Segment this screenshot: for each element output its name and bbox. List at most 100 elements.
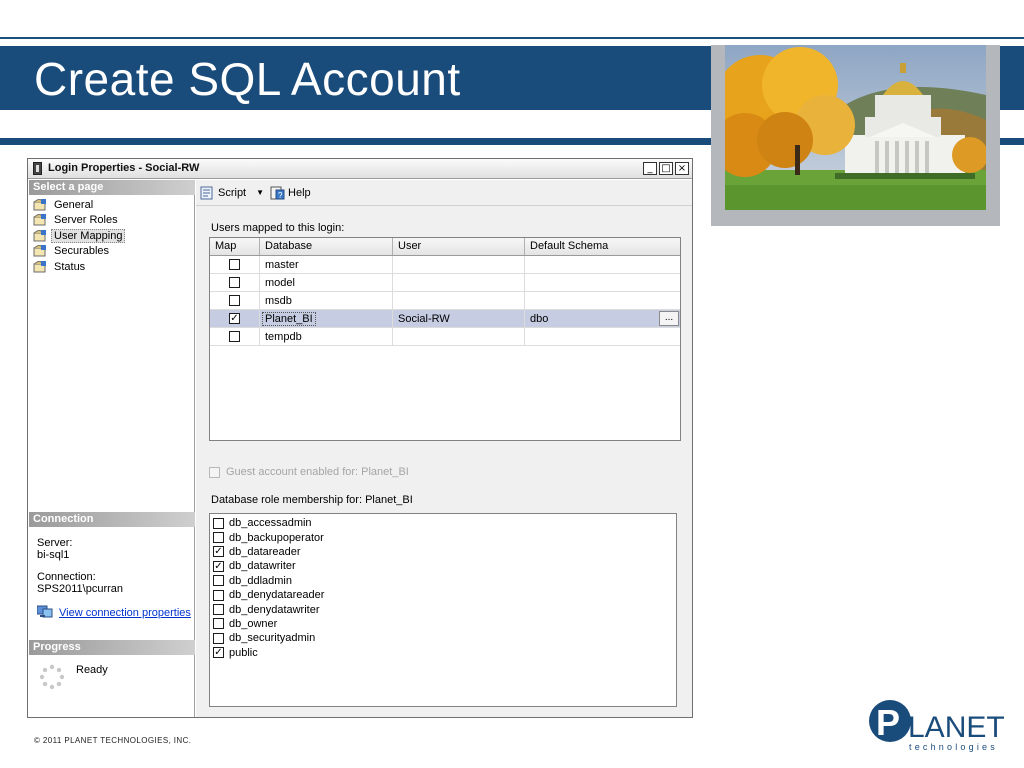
cell-schema[interactable]: dbo xyxy=(530,313,548,325)
cell-database: tempdb xyxy=(260,328,393,345)
svg-text:P: P xyxy=(876,702,900,743)
role-checkbox[interactable] xyxy=(213,632,224,644)
close-button[interactable]: × xyxy=(675,162,689,175)
map-checkbox[interactable] xyxy=(229,259,240,270)
maximize-button[interactable]: □ xyxy=(659,162,673,175)
role-checkbox-checked[interactable]: ✓ xyxy=(213,546,224,558)
cell-user[interactable] xyxy=(393,328,525,345)
page-item-securables[interactable]: Securables xyxy=(33,244,125,260)
toolbar: Script ▼ ? Help xyxy=(196,180,692,206)
col-user[interactable]: User xyxy=(393,238,525,255)
cell-user[interactable] xyxy=(393,256,525,273)
script-icon xyxy=(200,186,215,200)
map-checkbox-checked[interactable]: ✓ xyxy=(229,313,240,324)
table-row[interactable]: msdb xyxy=(210,292,680,310)
photo-frame xyxy=(711,45,1000,226)
role-checkbox-checked[interactable]: ✓ xyxy=(213,560,224,572)
list-item[interactable]: db_securityadmin xyxy=(213,631,676,645)
cell-database: Planet_BI xyxy=(262,312,316,326)
guest-account-option: Guest account enabled for: Planet_BI xyxy=(209,466,409,478)
role-name: db_ddladmin xyxy=(229,574,292,587)
role-checkbox[interactable] xyxy=(213,517,224,529)
svg-text:LANET: LANET xyxy=(908,711,1005,744)
role-name: db_datawriter xyxy=(229,560,296,573)
role-checkbox[interactable] xyxy=(213,589,224,601)
login-properties-dialog: Login Properties - Social-RW _ □ × Selec… xyxy=(27,158,693,718)
cell-database: msdb xyxy=(260,292,393,309)
cell-user[interactable] xyxy=(393,274,525,291)
role-checkbox[interactable] xyxy=(213,575,224,587)
list-item[interactable]: db_backupoperator xyxy=(213,530,676,544)
progress-header: Progress xyxy=(29,640,195,655)
map-checkbox[interactable] xyxy=(229,331,240,342)
role-name: db_securityadmin xyxy=(229,632,316,645)
page-item-user-mapping[interactable]: User Mapping xyxy=(33,228,126,244)
minimize-button[interactable]: _ xyxy=(643,162,657,175)
page-list: General Server Roles User Mapping Secura… xyxy=(33,197,126,275)
page-label: Server Roles xyxy=(54,214,118,227)
list-item[interactable]: ✓ db_datareader xyxy=(213,545,676,559)
server-label: Server: xyxy=(37,537,73,549)
col-database[interactable]: Database xyxy=(260,238,393,255)
view-connection-properties[interactable]: View connection properties xyxy=(36,604,191,621)
top-rule xyxy=(0,37,1024,39)
page-item-server-roles[interactable]: Server Roles xyxy=(33,213,125,229)
role-membership-list: db_accessadmin db_backupoperator ✓ db_dat… xyxy=(209,513,677,707)
role-membership-label: Database role membership for: Planet_BI xyxy=(211,494,413,506)
dialog-titlebar[interactable]: Login Properties - Social-RW _ □ × xyxy=(28,159,692,179)
view-connection-link[interactable]: View connection properties xyxy=(59,607,191,619)
cell-user[interactable] xyxy=(393,292,525,309)
cell-schema[interactable] xyxy=(525,274,680,291)
connection-properties-icon xyxy=(36,604,53,621)
capitol-building-photo xyxy=(725,45,986,210)
list-item[interactable]: db_ddladmin xyxy=(213,574,676,588)
script-label: Script xyxy=(218,186,247,199)
map-checkbox[interactable] xyxy=(229,295,240,306)
cell-user[interactable]: Social-RW xyxy=(393,310,525,327)
users-mapped-label: Users mapped to this login: xyxy=(211,222,345,234)
table-row[interactable]: master xyxy=(210,256,680,274)
table-row[interactable]: model xyxy=(210,274,680,292)
select-page-header: Select a page xyxy=(29,180,195,195)
list-item[interactable]: db_denydatareader xyxy=(213,588,676,602)
schema-browse-button[interactable]: ... xyxy=(659,311,679,326)
page-item-general[interactable]: General xyxy=(33,197,125,213)
users-mapped-grid: Map Database User Default Schema master … xyxy=(209,237,681,441)
list-item[interactable]: db_denydatawriter xyxy=(213,602,676,616)
page-item-status[interactable]: Status xyxy=(33,259,125,275)
list-item[interactable]: db_owner xyxy=(213,617,676,631)
list-item[interactable]: ✓ db_datawriter xyxy=(213,559,676,573)
role-name: db_denydatareader xyxy=(229,589,325,602)
cell-schema[interactable] xyxy=(525,328,680,345)
connection-label: Connection: xyxy=(37,571,96,583)
connection-header: Connection xyxy=(29,512,195,527)
table-row-selected[interactable]: ✓ Planet_BI Social-RW dbo ... xyxy=(210,310,680,328)
map-checkbox[interactable] xyxy=(229,277,240,288)
col-default-schema[interactable]: Default Schema xyxy=(525,238,680,255)
connection-value: SPS2011\pcurran xyxy=(37,583,124,595)
role-name: db_backupoperator xyxy=(229,531,324,544)
list-item[interactable]: ✓ public xyxy=(213,646,676,660)
script-button[interactable]: Script xyxy=(200,186,246,200)
cell-schema[interactable] xyxy=(525,256,680,273)
guest-account-checkbox[interactable] xyxy=(209,466,220,478)
col-map[interactable]: Map xyxy=(210,238,260,255)
role-checkbox[interactable] xyxy=(213,618,224,630)
cell-schema[interactable] xyxy=(525,292,680,309)
table-row[interactable]: tempdb xyxy=(210,328,680,346)
page-icon xyxy=(33,229,47,242)
planet-technologies-logo: P LANET technologies xyxy=(868,699,1008,755)
list-item[interactable]: db_accessadmin xyxy=(213,516,676,530)
window-controls: _ □ × xyxy=(643,162,689,175)
help-button[interactable]: ? Help xyxy=(270,186,311,200)
role-checkbox-checked[interactable]: ✓ xyxy=(213,647,224,659)
page-label: User Mapping xyxy=(51,228,126,243)
role-checkbox[interactable] xyxy=(213,604,224,616)
script-dropdown-arrow-icon[interactable]: ▼ xyxy=(256,188,264,197)
progress-spinner-icon xyxy=(39,664,65,690)
page-label: Status xyxy=(54,260,86,273)
role-checkbox[interactable] xyxy=(213,532,224,544)
guest-account-label: Guest account enabled for: Planet_BI xyxy=(226,466,409,478)
left-pane: Select a page General Server Roles User … xyxy=(29,180,195,717)
role-name: db_denydatawriter xyxy=(229,603,320,616)
